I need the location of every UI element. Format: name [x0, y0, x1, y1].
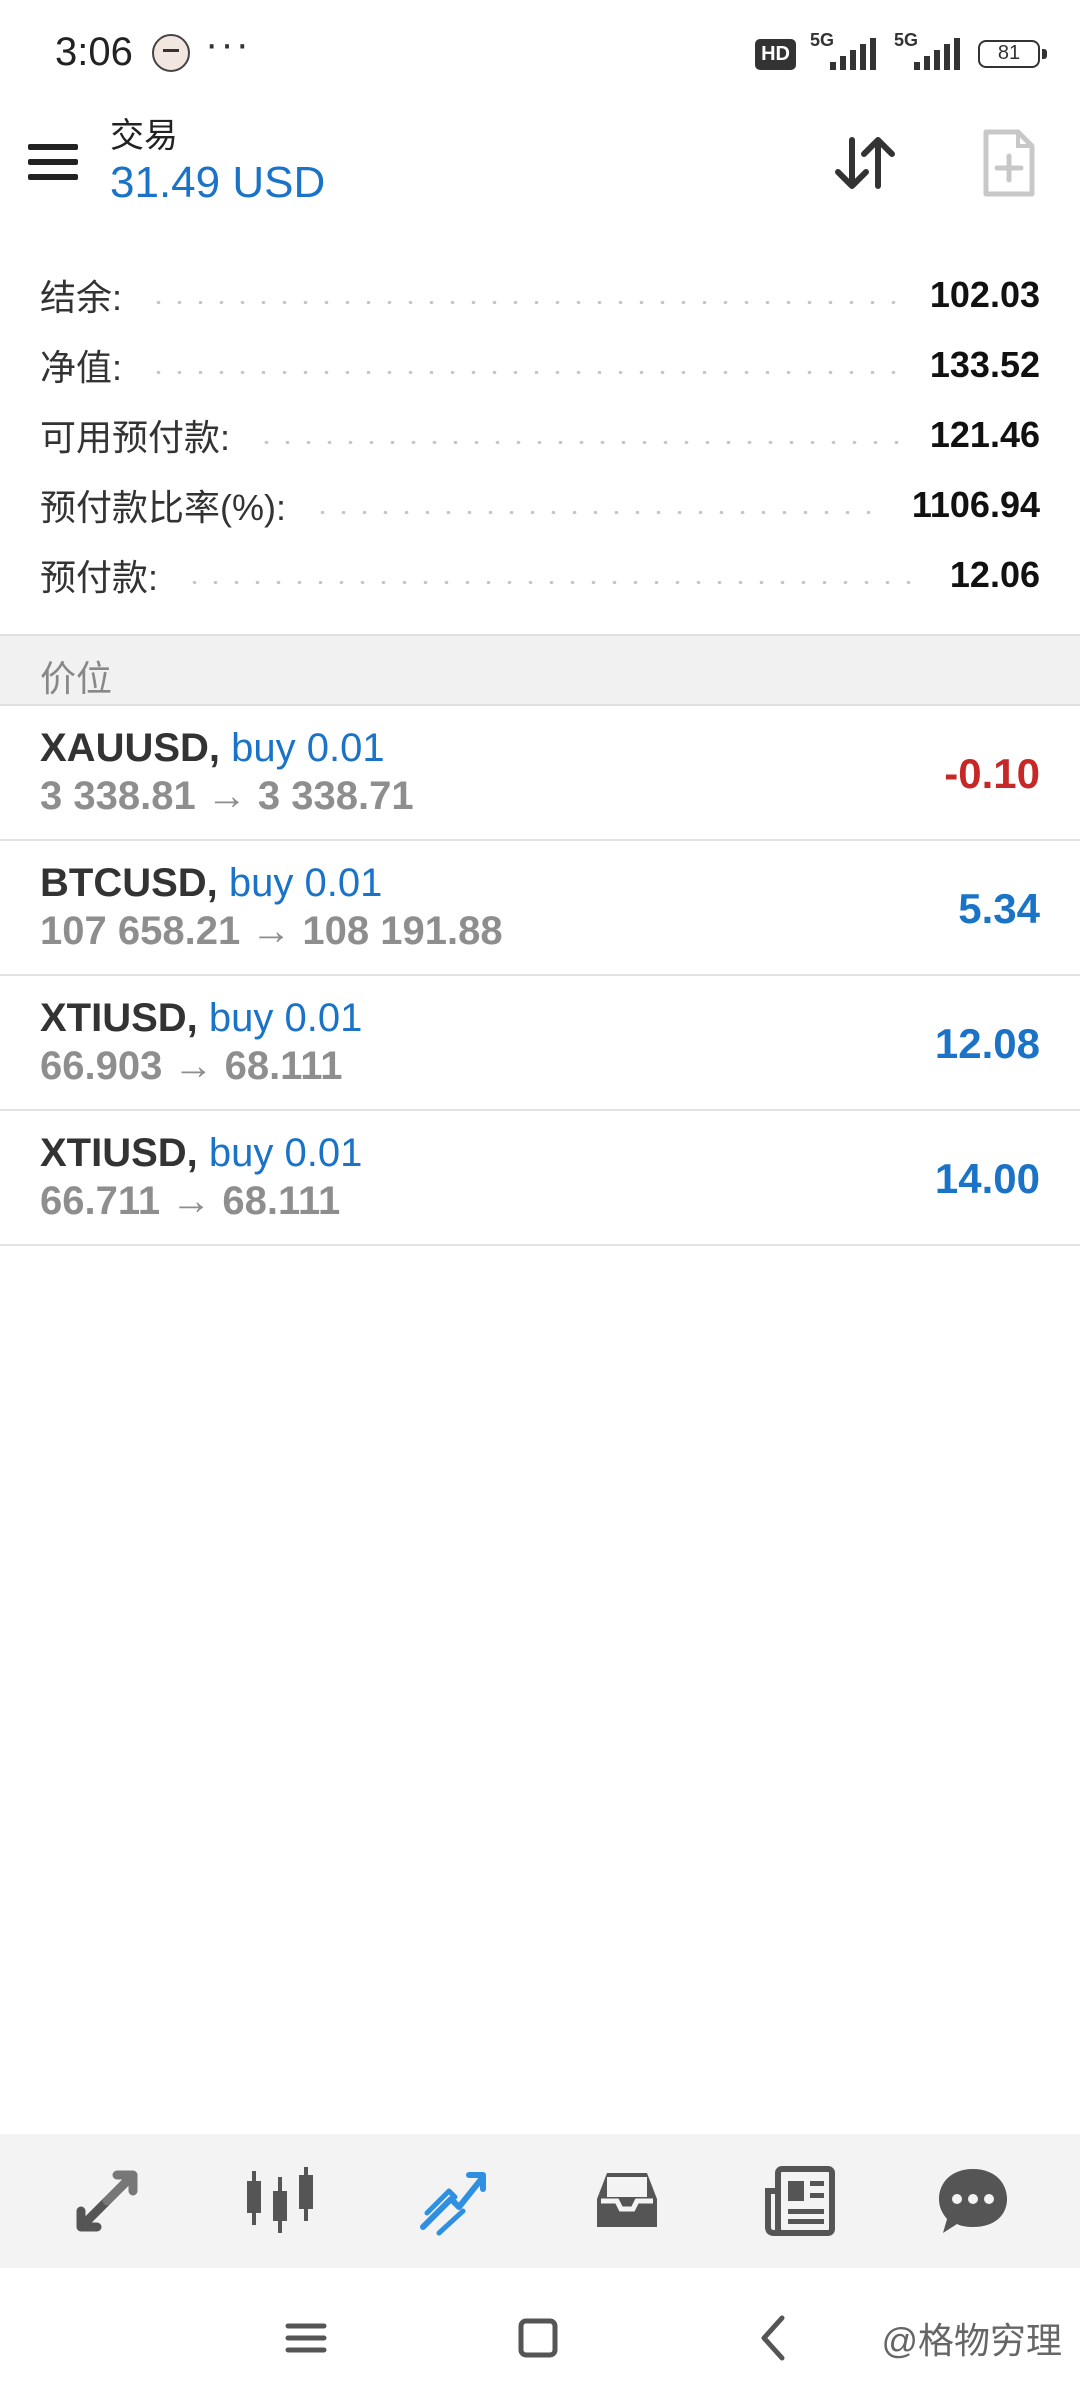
- dotted-leader: [148, 370, 904, 374]
- position-side: buy 0.01: [208, 1131, 363, 1175]
- status-time: 3:06: [55, 30, 133, 74]
- position-header: XTIUSD, buy 0.01: [40, 1131, 362, 1176]
- sort-icon: [835, 137, 895, 189]
- position-prices: 66.903 → 68.111: [40, 1044, 343, 1088]
- position-profit: 12.08: [934, 1020, 1040, 1067]
- position-profit: 5.34: [958, 885, 1040, 932]
- summary-value: 102.03: [929, 274, 1040, 315]
- position-symbol: XTIUSD,: [40, 996, 198, 1040]
- trade-icon: [420, 2172, 487, 2236]
- home-icon: [518, 2318, 558, 2358]
- new-order-button[interactable]: [980, 128, 1036, 198]
- quotes-icon: [76, 2170, 138, 2232]
- chat-icon: [939, 2169, 1008, 2233]
- position-side: buy 0.01: [231, 726, 385, 770]
- nav-chat[interactable]: [923, 2151, 1023, 2251]
- signal-icon: 5G: [894, 30, 964, 74]
- account-summary: 结余: 102.03 净值: 133.52 可用预付款: 121.46 预付款比…: [0, 260, 1080, 610]
- summary-label: 净值:: [40, 347, 123, 388]
- position-symbol: BTCUSD,: [40, 861, 218, 905]
- position-symbol: XAUUSD,: [40, 726, 221, 770]
- summary-row-balance: 结余: 102.03: [0, 260, 1080, 330]
- position-profit: 14.00: [934, 1155, 1040, 1202]
- section-title: 价位: [40, 658, 113, 699]
- menu-button[interactable]: [28, 144, 82, 184]
- back-icon: [761, 2315, 785, 2361]
- dotted-leader: [184, 580, 924, 584]
- home-button[interactable]: [508, 2308, 568, 2368]
- positions-list: XAUUSD, buy 0.01 3 338.81 → 3 338.71 -0.…: [0, 706, 1080, 1246]
- position-profit: -0.10: [944, 750, 1040, 797]
- nav-quotes[interactable]: [57, 2151, 157, 2251]
- dotted-leader: [312, 510, 886, 514]
- candlestick-chart-icon: [246, 2167, 313, 2233]
- back-button[interactable]: [744, 2308, 804, 2368]
- position-prices: 107 658.21 → 108 191.88: [40, 909, 503, 953]
- recent-apps-button[interactable]: [276, 2308, 336, 2368]
- summary-label: 预付款:: [40, 557, 159, 598]
- summary-value: 121.46: [929, 414, 1040, 455]
- summary-row-equity: 净值: 133.52: [0, 330, 1080, 400]
- positions-section-header: 价位: [0, 634, 1080, 706]
- news-icon: [764, 2166, 835, 2236]
- position-row[interactable]: XTIUSD, buy 0.01 66.711 → 68.111 14.00: [0, 1111, 1080, 1246]
- status-bar: 3:06 ··· HD 5G 5G 81: [0, 0, 1080, 100]
- position-symbol: XTIUSD,: [40, 1131, 198, 1175]
- position-row[interactable]: XAUUSD, buy 0.01 3 338.81 → 3 338.71 -0.…: [0, 706, 1080, 841]
- nav-news[interactable]: [750, 2151, 850, 2251]
- page-title: 交易: [110, 117, 178, 155]
- position-side: buy 0.01: [228, 861, 383, 905]
- summary-row-margin: 预付款: 12.06: [0, 540, 1080, 610]
- position-header: XTIUSD, buy 0.01: [40, 996, 362, 1041]
- new-document-icon: [983, 129, 1035, 197]
- recent-apps-icon: [285, 2323, 327, 2353]
- nav-history[interactable]: [577, 2151, 677, 2251]
- bottom-navigation: [0, 2134, 1080, 2268]
- position-side: buy 0.01: [208, 996, 363, 1040]
- signal-icon: 5G: [810, 30, 880, 74]
- position-row[interactable]: BTCUSD, buy 0.01 107 658.21 → 108 191.88…: [0, 841, 1080, 976]
- position-header: XAUUSD, buy 0.01: [40, 726, 385, 771]
- summary-label: 预付款比率(%):: [40, 487, 286, 528]
- summary-value: 12.06: [949, 554, 1040, 595]
- summary-value: 133.52: [929, 344, 1040, 385]
- system-navigation-bar: @格物穷理: [0, 2268, 1080, 2400]
- position-header: BTCUSD, buy 0.01: [40, 861, 382, 906]
- avatar-notification-icon: [152, 34, 190, 72]
- app-bar: 交易 31.49 USD: [0, 100, 1080, 240]
- inbox-icon: [596, 2173, 657, 2227]
- summary-label: 结余:: [40, 277, 123, 318]
- position-row[interactable]: XTIUSD, buy 0.01 66.903 → 68.111 12.08: [0, 976, 1080, 1111]
- battery-icon: 81: [978, 40, 1047, 68]
- summary-value: 1106.94: [911, 484, 1040, 525]
- more-notifications-icon: ···: [205, 22, 251, 66]
- nav-chart[interactable]: [230, 2151, 330, 2251]
- dotted-leader: [148, 300, 904, 304]
- hd-voice-icon: HD: [755, 38, 796, 70]
- position-prices: 3 338.81 → 3 338.71: [40, 774, 414, 818]
- summary-row-free-margin: 可用预付款: 121.46: [0, 400, 1080, 470]
- status-indicators: HD 5G 5G 81: [755, 30, 1047, 74]
- dotted-leader: [256, 440, 904, 444]
- sort-button[interactable]: [830, 128, 900, 198]
- watermark: @格物穷理: [881, 2320, 1062, 2361]
- position-prices: 66.711 → 68.111: [40, 1179, 341, 1223]
- summary-row-margin-level: 预付款比率(%): 1106.94: [0, 470, 1080, 540]
- nav-trade[interactable]: [403, 2151, 503, 2251]
- summary-label: 可用预付款:: [40, 417, 231, 458]
- profit-total: 31.49 USD: [110, 158, 326, 207]
